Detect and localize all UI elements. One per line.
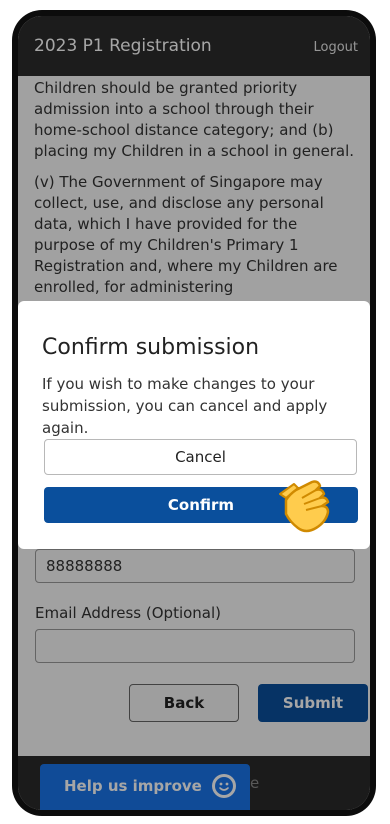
dialog-message: If you wish to make changes to your subm… bbox=[42, 375, 328, 437]
phone-frame: 2023 P1 Registration Logout Children sho… bbox=[12, 10, 376, 816]
pointing-hand-icon bbox=[279, 480, 330, 533]
dialog-title: Confirm submission bbox=[42, 335, 260, 360]
screen: 2023 P1 Registration Logout Children sho… bbox=[18, 16, 370, 810]
